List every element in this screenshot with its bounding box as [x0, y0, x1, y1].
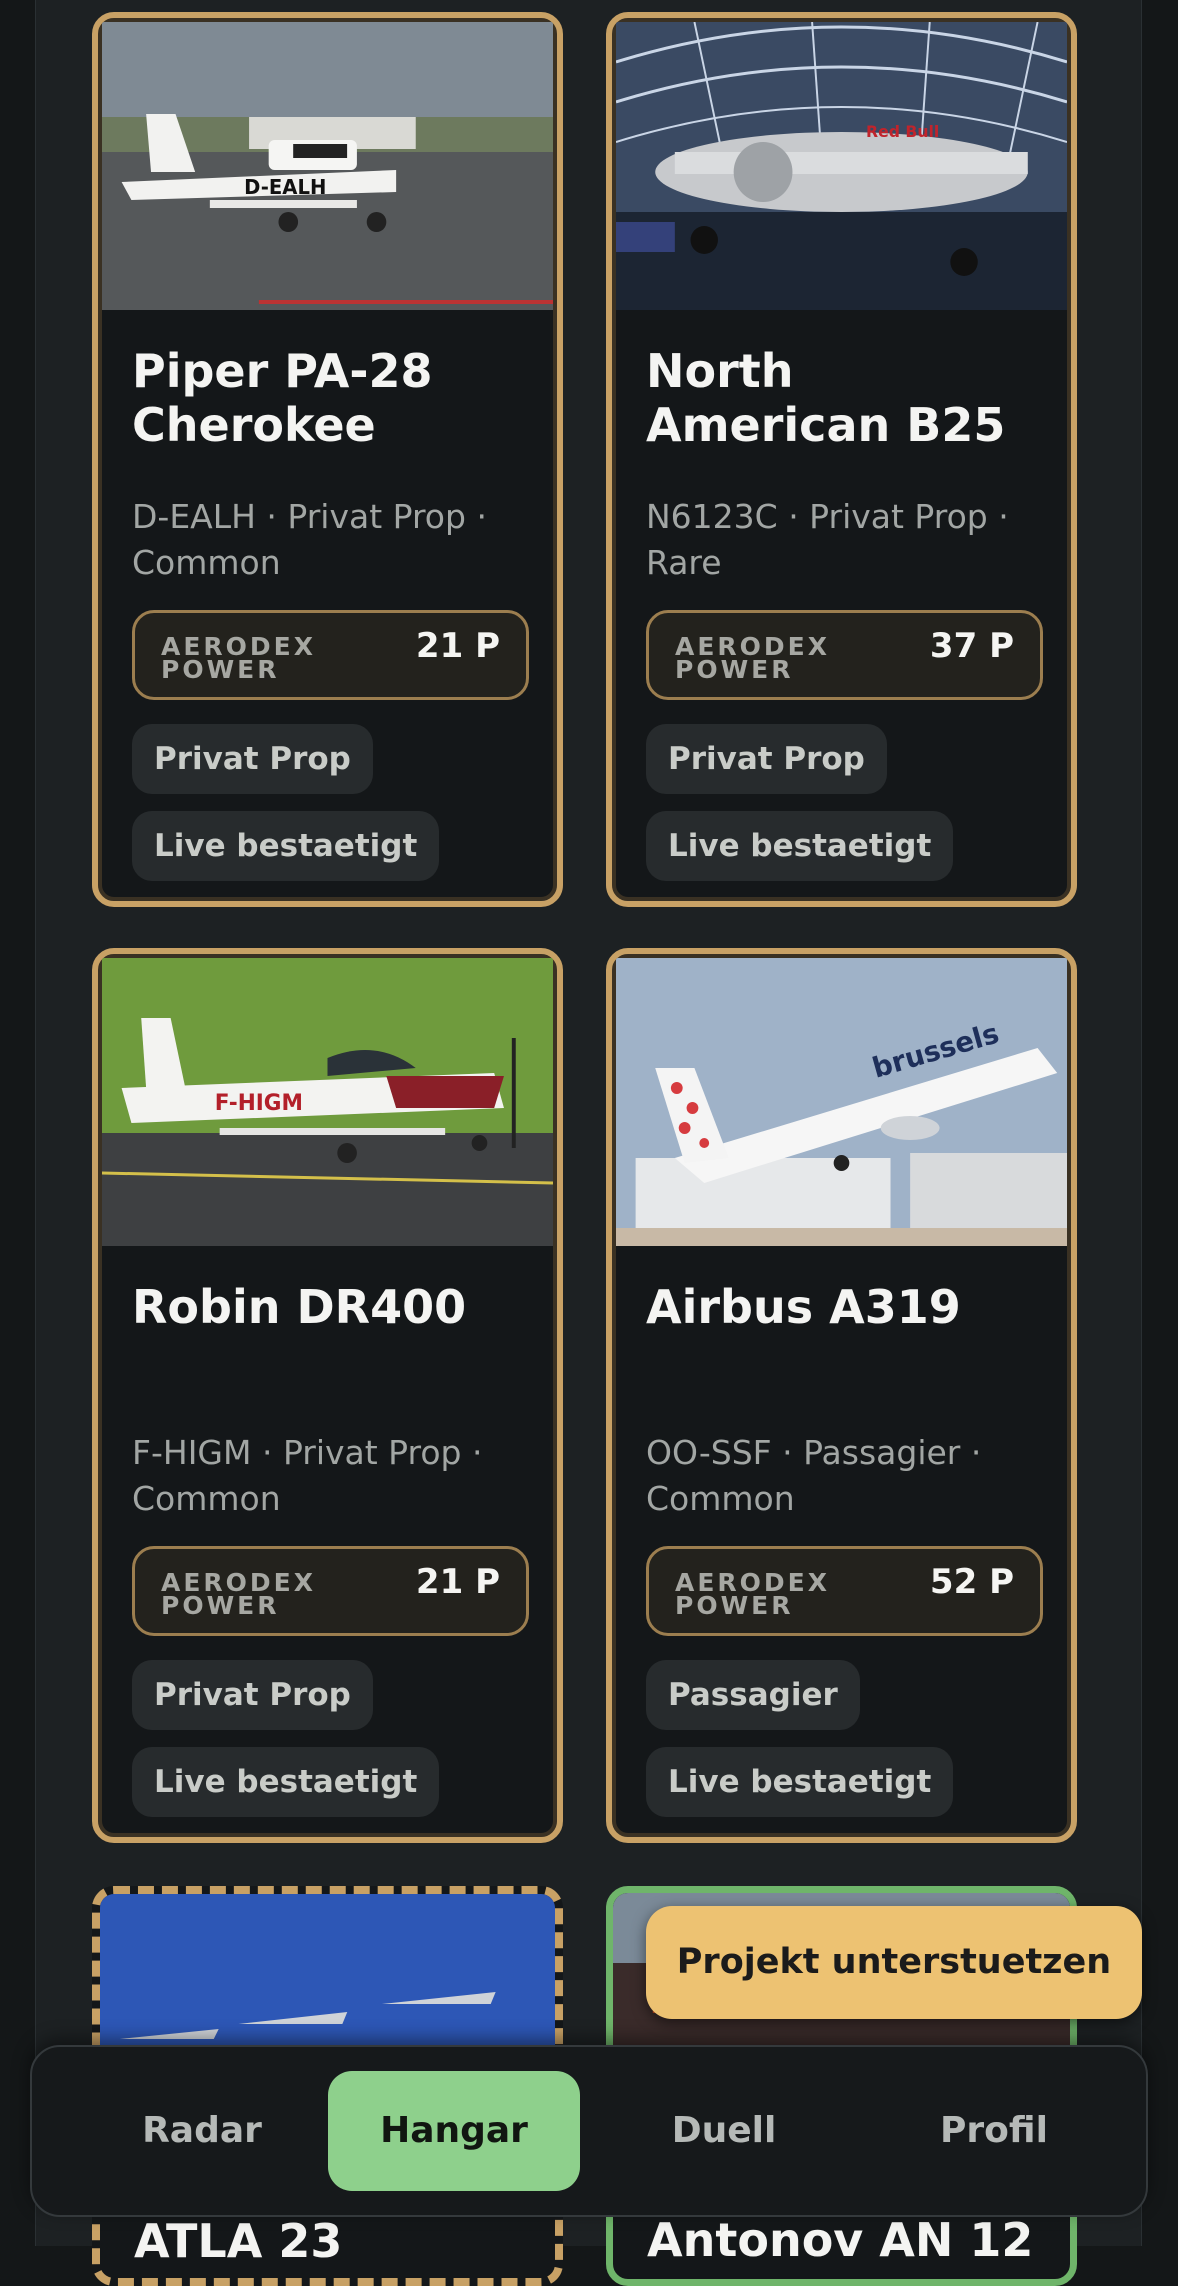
- aerodex-power-value: 21 P: [415, 1562, 500, 1602]
- live-confirmed-tag: Live bestaetigt: [132, 1747, 440, 1817]
- category-tag: Privat Prop: [646, 724, 887, 794]
- tab-duell[interactable]: Duell: [598, 2071, 850, 2191]
- aerodex-power: AERODEX POWER 21 P: [132, 1546, 529, 1636]
- aerodex-power-label: AERODEX POWER: [675, 632, 831, 684]
- aerodex-power-label: AERODEX POWER: [675, 1568, 831, 1620]
- tab-hangar[interactable]: Hangar: [328, 2071, 580, 2191]
- category-tag: Privat Prop: [132, 1660, 373, 1730]
- aircraft-photo: [100, 1894, 555, 2054]
- live-confirmed-tag: Live bestaetigt: [132, 811, 440, 881]
- aircraft-card-piper[interactable]: D-EALH Piper PA-28 Cherokee D-EALH · Pri…: [92, 12, 563, 907]
- tab-radar[interactable]: Radar: [76, 2071, 328, 2191]
- aircraft-meta: D-EALH · Privat Prop · Common: [132, 497, 487, 582]
- aerodex-power-value: 52 P: [929, 1562, 1014, 1602]
- live-confirmed-tag: Live bestaetigt: [646, 811, 954, 881]
- aircraft-name: Robin DR400: [132, 1280, 467, 1334]
- aircraft-photo: brussels: [616, 958, 1067, 1246]
- aircraft-name: ATLA 23: [134, 2214, 343, 2268]
- aircraft-name: North American B25: [646, 344, 1006, 452]
- aerodex-power-value: 37 P: [929, 626, 1014, 666]
- aircraft-card-b25[interactable]: Red Bull North American B25 N6123C · Pri…: [606, 12, 1077, 907]
- aircraft-photo: Red Bull: [616, 22, 1067, 310]
- bottom-navigation: Radar Hangar Duell Profil: [30, 2045, 1148, 2217]
- category-tag: Passagier: [646, 1660, 860, 1730]
- aircraft-name: Piper PA-28 Cherokee: [132, 344, 433, 452]
- svg-text:D-EALH: D-EALH: [244, 176, 326, 199]
- aircraft-card-a319[interactable]: brussels Airbus A319 OO-SSF · Passagier …: [606, 948, 1077, 1843]
- aerodex-power-label: AERODEX POWER: [161, 632, 317, 684]
- aerodex-power: AERODEX POWER 37 P: [646, 610, 1043, 700]
- aerodex-power: AERODEX POWER 21 P: [132, 610, 529, 700]
- live-confirmed-tag: Live bestaetigt: [646, 1747, 954, 1817]
- aircraft-name: Antonov AN 12: [647, 2213, 1034, 2267]
- aerodex-power-label: AERODEX POWER: [161, 1568, 317, 1620]
- aircraft-meta: N6123C · Privat Prop · Rare: [646, 497, 1009, 582]
- aircraft-meta: OO-SSF · Passagier · Common: [646, 1433, 982, 1518]
- aircraft-name: Airbus A319: [646, 1280, 961, 1334]
- support-project-button[interactable]: Projekt unterstuetzen: [646, 1906, 1142, 2019]
- aircraft-photo: F-HIGM: [102, 958, 553, 1246]
- aerodex-power: AERODEX POWER 52 P: [646, 1546, 1043, 1636]
- svg-text:Red Bull: Red Bull: [866, 122, 939, 141]
- svg-text:F-HIGM: F-HIGM: [215, 1091, 303, 1116]
- tab-profil[interactable]: Profil: [868, 2071, 1120, 2191]
- aerodex-power-value: 21 P: [415, 626, 500, 666]
- aircraft-card-robin[interactable]: F-HIGM Robin DR400 F-HIGM · Privat Prop …: [92, 948, 563, 1843]
- aircraft-photo: D-EALH: [102, 22, 553, 310]
- category-tag: Privat Prop: [132, 724, 373, 794]
- aircraft-meta: F-HIGM · Privat Prop · Common: [132, 1433, 483, 1518]
